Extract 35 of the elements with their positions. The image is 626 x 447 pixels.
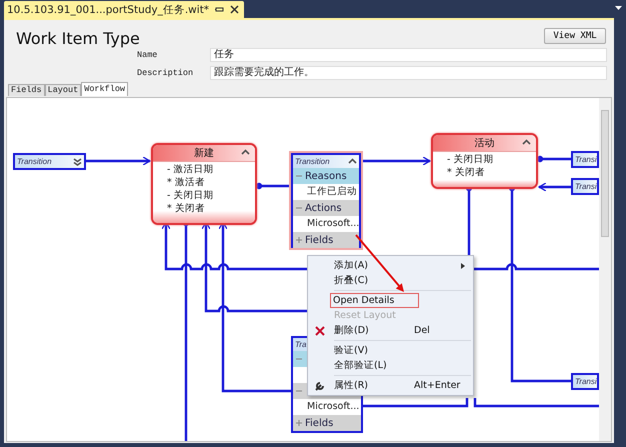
transition-title: Transi [575, 182, 597, 191]
section-label: Fields [305, 418, 334, 428]
page-title: Work Item Type [16, 29, 140, 48]
menu-label: Reset Layout [333, 310, 397, 321]
section-label: Fields [305, 234, 334, 246]
menu-label: 折叠(C) [333, 274, 370, 287]
transition-title: Tra [295, 340, 306, 349]
state-field: - 关闭日期 [167, 189, 255, 202]
menu-label: 全部验证(L) [333, 359, 388, 372]
section-item: Microsoft... [307, 217, 359, 231]
section-item: 工作已启动 [307, 185, 358, 199]
property-label: Name [137, 50, 158, 60]
state-field: * 关闭者 [447, 166, 536, 179]
transition-title: Transition [295, 157, 330, 166]
state-field: * 激活者 [167, 176, 255, 189]
state-title: 活动 [474, 137, 494, 150]
state-field: * 关闭者 [167, 202, 255, 215]
menu-label: 验证(V) [333, 344, 369, 357]
menu-label: 属性(R) [333, 379, 370, 392]
section-label: Actions [305, 202, 342, 214]
state-field: - 关闭日期 [447, 153, 536, 166]
shortcut-label: Del [414, 325, 430, 336]
property-label: Description [137, 68, 194, 78]
section-item: Microsoft... [307, 400, 360, 414]
state-field: - 激活日期 [167, 163, 255, 176]
document-title: 10.5.103.91_001...portStudy_任务.wit* [7, 2, 210, 16]
state-title: 新建 [194, 146, 214, 160]
menu-label: 删除(D) [333, 324, 370, 337]
menu-label: 添加(A) [333, 259, 369, 272]
transition-title: Transi [575, 155, 597, 164]
section-label: Reasons [305, 170, 347, 182]
shortcut-label: Alt+Enter [414, 380, 460, 391]
menu-label: Open Details [330, 293, 420, 308]
transition-title: Transition [17, 157, 52, 166]
transition-title: Transi [575, 377, 597, 386]
